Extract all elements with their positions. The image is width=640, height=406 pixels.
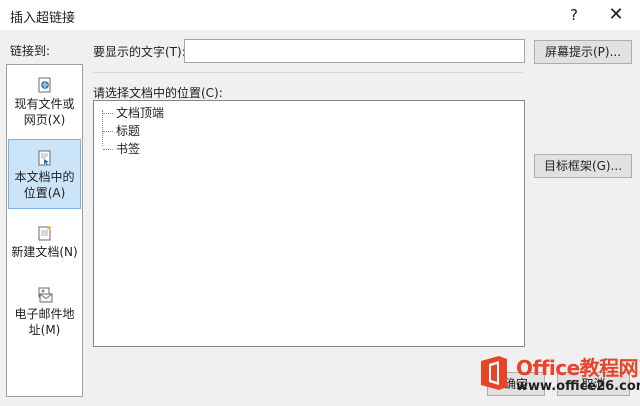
tree-item-headings[interactable]: 标题 <box>114 122 142 140</box>
place-this-document-label: 本文档中的位置(A) <box>14 170 75 200</box>
watermark-url: www.office26.com <box>516 379 640 394</box>
tree-connector <box>103 149 113 150</box>
tree-connector <box>103 131 113 132</box>
web-page-icon <box>38 77 50 93</box>
new-document-icon <box>38 225 52 241</box>
title-bar: 插入超链接 ? ✕ <box>0 0 640 30</box>
place-email-address[interactable]: 电子邮件地址(M) <box>8 287 81 351</box>
place-create-new-document[interactable]: 新建文档(N) <box>8 225 81 271</box>
watermark-title: Office教程网 <box>516 356 639 380</box>
site-watermark: Office教程网 www.office26.com <box>474 346 640 406</box>
document-place-icon <box>38 150 50 166</box>
place-existing-file-or-web-page[interactable]: 现有文件或网页(X) <box>8 77 81 139</box>
tree-item-top-of-document[interactable]: 文档顶端 <box>114 104 166 122</box>
place-new-document-label: 新建文档(N) <box>11 245 78 259</box>
place-existing-file-label: 现有文件或网页(X) <box>14 97 75 127</box>
screentip-button[interactable]: 屏幕提示(P)... <box>534 40 632 64</box>
tree-item-bookmarks[interactable]: 书签 <box>114 140 142 158</box>
insert-hyperlink-dialog: 插入超链接 ? ✕ 链接到: 现有文件或网页(X) 本文档中的位置(A) 新建文… <box>0 0 640 406</box>
text-to-display-input[interactable] <box>184 39 525 63</box>
document-place-tree[interactable]: 文档顶端 标题 书签 <box>93 100 525 347</box>
tree-connector <box>103 113 113 114</box>
select-place-label: 请选择文档中的位置(C): <box>93 86 223 100</box>
text-to-display-label: 要显示的文字(T): <box>93 45 186 59</box>
dialog-title: 插入超链接 <box>10 11 76 26</box>
help-button[interactable]: ? <box>556 3 592 27</box>
link-to-panel: 现有文件或网页(X) 本文档中的位置(A) 新建文档(N) 电子邮件地址(M) <box>6 64 83 397</box>
close-button[interactable]: ✕ <box>598 3 634 27</box>
link-to-label: 链接到: <box>10 44 51 58</box>
tree-connector <box>102 110 103 146</box>
place-email-label: 电子邮件地址(M) <box>14 307 75 337</box>
email-icon <box>38 287 52 303</box>
place-this-document[interactable]: 本文档中的位置(A) <box>8 139 81 209</box>
divider <box>93 72 523 73</box>
office-logo-icon <box>481 356 507 390</box>
target-frame-button[interactable]: 目标框架(G)... <box>534 154 632 178</box>
